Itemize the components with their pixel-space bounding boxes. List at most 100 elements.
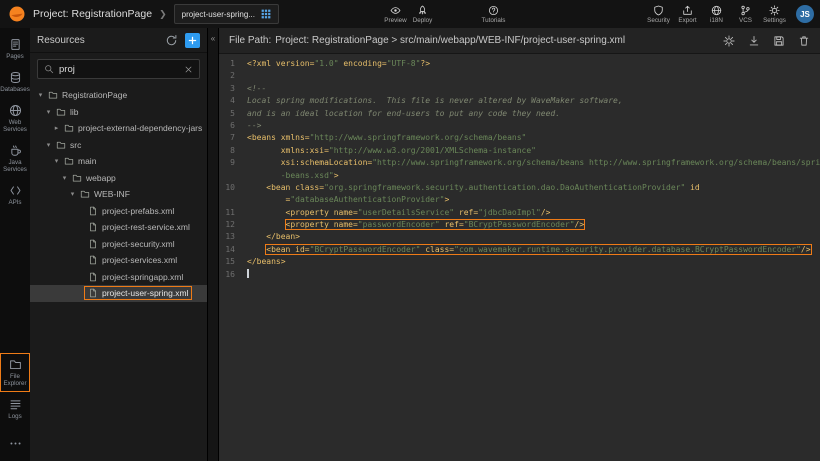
topbar: Project: RegistrationPage ❯ project-user… (0, 0, 820, 28)
code-line[interactable]: 7<beans xmlns="http://www.springframewor… (219, 132, 820, 144)
search-input[interactable] (59, 64, 179, 75)
code-line[interactable]: 3<!-- (219, 83, 820, 95)
folder-icon (48, 90, 58, 100)
sidebar-item-pages[interactable]: Pages (1, 34, 29, 64)
topbar-action-settings[interactable]: Settings (761, 5, 788, 24)
project-label: Project: RegistrationPage (33, 8, 152, 20)
tree-item-WEB-INF[interactable]: ▾ WEB-INF (30, 186, 207, 203)
line-number: 16 (219, 269, 241, 281)
code-area[interactable]: 1<?xml version="1.0" encoding="UTF-8"?>2… (219, 54, 820, 461)
code-line[interactable]: -beans.xsd"> (219, 170, 820, 182)
code-line[interactable]: 4Local spring modifications. This file i… (219, 95, 820, 107)
tree-item-webapp[interactable]: ▾webapp (30, 170, 207, 187)
file-icon (88, 206, 98, 216)
tree-item-project-security.xml[interactable]: project-security.xml (30, 236, 207, 253)
topbar-action-security[interactable]: Security (645, 5, 672, 24)
file-tab[interactable]: project-user-spring... (174, 4, 279, 24)
sidebar-item-label: Java Services (1, 159, 29, 173)
line-number: 8 (219, 145, 241, 157)
file-icon (88, 288, 98, 298)
file-icon (88, 272, 98, 282)
sidebar-item-apis[interactable]: APIs (1, 180, 29, 210)
code-line[interactable]: 10 <bean class="org.springframework.secu… (219, 182, 820, 194)
chevron-down-icon[interactable]: ▾ (44, 141, 53, 149)
sidebar-item-label: Logs (8, 413, 21, 420)
tree-item-label: lib (70, 107, 79, 117)
code-line[interactable]: 5and is an ideal location for end-users … (219, 108, 820, 120)
code-line[interactable]: 2 (219, 70, 820, 82)
line-number: 10 (219, 182, 241, 194)
user-avatar[interactable]: JS (796, 5, 814, 23)
search-box (37, 59, 200, 79)
line-number: 5 (219, 108, 241, 120)
chevron-down-icon[interactable]: ▾ (60, 174, 69, 182)
topbar-action-vcs[interactable]: VCS (732, 5, 759, 24)
sidebar-item-label: APIs (8, 199, 21, 206)
gear-icon (769, 5, 780, 16)
clear-search-icon[interactable] (184, 65, 193, 74)
tree-item-project-services.xml[interactable]: project-services.xml (30, 252, 207, 269)
topbar-center-actions: PreviewDeploy Tutorials (382, 0, 507, 28)
download-icon[interactable] (748, 35, 760, 47)
sidebar-item-java-services[interactable]: Java Services (1, 140, 29, 177)
topbar-action-i18n[interactable]: i18N (703, 5, 730, 24)
chevron-down-icon[interactable]: ▾ (44, 108, 53, 116)
tree-item-main[interactable]: ▾main (30, 153, 207, 170)
add-resource-button[interactable] (185, 33, 200, 48)
folder-icon (56, 107, 66, 117)
refresh-icon[interactable] (165, 34, 178, 47)
line-number: 6 (219, 120, 241, 132)
code-line[interactable]: 9 xsi:schemaLocation="http://www.springf… (219, 157, 820, 169)
tree-item-label: src (70, 140, 81, 150)
gear-icon[interactable] (723, 35, 735, 47)
code-line[interactable]: 15</beans> (219, 256, 820, 268)
topbar-action-export[interactable]: Export (674, 5, 701, 24)
code-line[interactable]: 13 </bean> (219, 231, 820, 243)
folder-icon (64, 123, 74, 133)
trash-icon[interactable] (798, 35, 810, 47)
collapse-panel-button[interactable]: « (211, 34, 215, 43)
tree-item-RegistrationPage[interactable]: ▾ RegistrationPage (30, 87, 207, 104)
line-number: 9 (219, 157, 241, 169)
tree-item-lib[interactable]: ▾ lib (30, 104, 207, 121)
tree-item-project-external-dependency-jars[interactable]: ▸project-external-dependency-jars (30, 120, 207, 137)
chevron-down-icon[interactable]: ▾ (52, 157, 61, 165)
code-line[interactable]: 12 <property name="passwordEncoder" ref=… (219, 219, 820, 231)
code-line[interactable]: 8 xmlns:xsi="http://www.w3.org/2001/XMLS… (219, 145, 820, 157)
more-menu-button[interactable] (1, 433, 29, 454)
code-line[interactable]: 6--> (219, 120, 820, 132)
tree-item-label: WEB-INF (94, 189, 130, 199)
sidebar-item-logs[interactable]: Logs (1, 394, 29, 424)
chevron-right-icon[interactable]: ▸ (52, 124, 61, 132)
tree-item-project-user-spring.xml[interactable]: project-user-spring.xml (30, 285, 207, 302)
chevron-down-icon[interactable]: ▾ (36, 91, 45, 99)
sidebar-item-databases[interactable]: Databases (1, 67, 29, 97)
code-line[interactable]: 1<?xml version="1.0" encoding="UTF-8"?> (219, 58, 820, 70)
code-line[interactable]: 14 <bean id="BCryptPasswordEncoder" clas… (219, 244, 820, 256)
code-line[interactable]: 16 (219, 269, 820, 281)
line-number: 3 (219, 83, 241, 95)
folder-icon (64, 156, 74, 166)
topbar-action-tutorials[interactable]: Tutorials (480, 5, 507, 24)
chevron-down-icon[interactable]: ▾ (68, 190, 77, 198)
folder-icon (9, 358, 22, 371)
topbar-action-preview[interactable]: Preview (382, 5, 409, 24)
tree-item-project-prefabs.xml[interactable]: project-prefabs.xml (30, 203, 207, 220)
sidebar-item-label: File Explorer (1, 373, 29, 387)
tree-item-label: project-springapp.xml (102, 272, 183, 282)
rocket-icon (417, 5, 428, 16)
globe-icon (9, 104, 22, 117)
tree-item-project-springapp.xml[interactable]: project-springapp.xml (30, 269, 207, 286)
app-window: Project: RegistrationPage ❯ project-user… (0, 0, 820, 461)
sidebar-item-file-explorer[interactable]: File Explorer (1, 354, 29, 391)
topbar-action-deploy[interactable]: Deploy (409, 5, 436, 24)
tree-item-project-rest-service.xml[interactable]: project-rest-service.xml (30, 219, 207, 236)
text-caret (247, 269, 249, 278)
code-line[interactable]: ="databaseAuthenticationProvider"> (219, 194, 820, 206)
tree-item-src[interactable]: ▾ src (30, 137, 207, 154)
code-line[interactable]: 11 <property name="userDetailsService" r… (219, 207, 820, 219)
sidebar-item-web-services[interactable]: Web Services (1, 100, 29, 137)
grid-icon[interactable] (261, 9, 271, 19)
save-icon[interactable] (773, 35, 785, 47)
tree-item-label: RegistrationPage (62, 90, 127, 100)
